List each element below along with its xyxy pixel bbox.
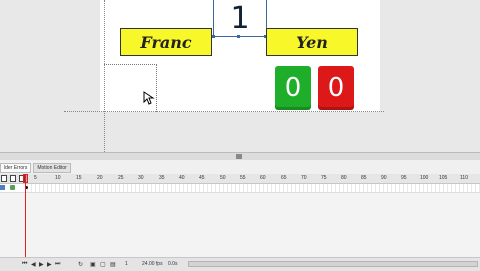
ruler-tick: 50 bbox=[220, 175, 226, 181]
ruler-tick: 45 bbox=[199, 175, 205, 181]
ruler-tick: 85 bbox=[361, 175, 367, 181]
ruler-tick: 35 bbox=[159, 175, 165, 181]
ruler-tick: 95 bbox=[401, 175, 407, 181]
timeline-panel[interactable]: lder Errors Motion Editor 5 10 15 20 25 … bbox=[0, 160, 480, 271]
current-frame: 1 bbox=[125, 261, 128, 267]
ruler-tick: 15 bbox=[76, 175, 82, 181]
rewind-icon[interactable]: ⏮ bbox=[22, 261, 27, 268]
tab-motion-editor[interactable]: Motion Editor bbox=[33, 163, 71, 173]
timeline-tabs: lder Errors Motion Editor bbox=[0, 163, 71, 173]
ruler-tick: 20 bbox=[97, 175, 103, 181]
ruler-tick: 90 bbox=[381, 175, 387, 181]
counter-display[interactable]: 1 bbox=[213, 0, 267, 37]
stage-workspace[interactable]: 1 0 0 Franc Yen bbox=[0, 0, 480, 152]
playhead-line bbox=[25, 174, 26, 270]
ruler-tick: 30 bbox=[138, 175, 144, 181]
ruler-tick: 5 bbox=[34, 175, 37, 181]
ruler-tick: 25 bbox=[118, 175, 124, 181]
ruler-tick: 80 bbox=[341, 175, 347, 181]
onion-skin-icon[interactable]: ▣ bbox=[90, 261, 96, 268]
step-forward-icon[interactable]: ▶ bbox=[47, 261, 52, 268]
score-red[interactable]: 0 bbox=[318, 66, 354, 110]
label-yen[interactable]: Yen bbox=[266, 28, 358, 56]
play-icon[interactable]: ▶ bbox=[39, 261, 44, 268]
ruler-tick: 55 bbox=[240, 175, 246, 181]
score-red-value: 0 bbox=[327, 73, 345, 103]
loop-icon[interactable]: ↻ bbox=[78, 261, 83, 268]
frame-rate: 24.00 fps bbox=[142, 261, 163, 267]
ruler-tick: 100 bbox=[420, 175, 429, 181]
ruler-tick: 105 bbox=[439, 175, 448, 181]
cursor-icon bbox=[143, 91, 155, 108]
layer-icon[interactable] bbox=[0, 185, 5, 190]
layer-row[interactable] bbox=[0, 184, 480, 193]
scroll-grip-icon[interactable] bbox=[236, 154, 242, 159]
onion-outline-icon[interactable]: ▢ bbox=[100, 261, 106, 268]
layers-empty-area bbox=[0, 193, 480, 257]
tab-compiler-errors[interactable]: lder Errors bbox=[0, 163, 32, 173]
score-green-value: 0 bbox=[284, 73, 302, 103]
elapsed-time: 0.0s bbox=[168, 261, 178, 267]
forward-icon[interactable]: ⏭ bbox=[55, 261, 60, 268]
ruler-tick: 10 bbox=[55, 175, 61, 181]
layer-controls bbox=[1, 175, 25, 182]
ruler-tick: 65 bbox=[281, 175, 287, 181]
selection-handle[interactable] bbox=[237, 35, 240, 38]
eye-icon[interactable] bbox=[1, 175, 7, 182]
step-back-icon[interactable]: ◀ bbox=[31, 261, 36, 268]
score-green[interactable]: 0 bbox=[275, 66, 311, 110]
frame-ruler[interactable]: 5 10 15 20 25 30 35 40 45 50 55 60 65 70… bbox=[24, 174, 480, 183]
ruler-tick: 60 bbox=[260, 175, 266, 181]
ruler-tick: 70 bbox=[301, 175, 307, 181]
timeline-statusbar: ⏮ ◀ ▶ ▶ ⏭ ↻ ▣ ▢ ▤ 1 24.00 fps 0.0s bbox=[0, 257, 480, 271]
timeline-header: 5 10 15 20 25 30 35 40 45 50 55 60 65 70… bbox=[0, 174, 480, 184]
ruler-tick: 110 bbox=[460, 175, 468, 181]
selection-handle[interactable] bbox=[212, 35, 215, 38]
ruler-tick: 40 bbox=[179, 175, 185, 181]
frame-cells[interactable] bbox=[24, 184, 480, 192]
counter-value: 1 bbox=[230, 0, 250, 36]
timeline-horizontal-scrollbar[interactable] bbox=[188, 261, 478, 267]
label-franc-text: Franc bbox=[140, 32, 192, 52]
layer-type-icon bbox=[10, 185, 15, 190]
ruler-tick: 75 bbox=[321, 175, 327, 181]
lock-icon[interactable] bbox=[10, 175, 16, 182]
label-yen-text: Yen bbox=[296, 32, 328, 52]
label-franc[interactable]: Franc bbox=[120, 28, 212, 56]
edit-frames-icon[interactable]: ▤ bbox=[110, 261, 116, 268]
